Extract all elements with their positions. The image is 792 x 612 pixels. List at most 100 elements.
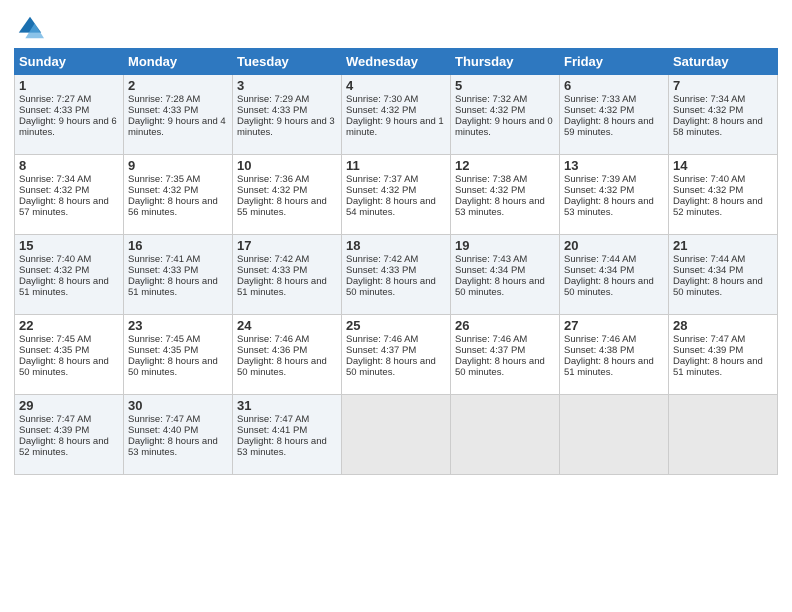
weekday-header-thursday: Thursday [451,49,560,75]
sunset: Sunset: 4:37 PM [455,345,525,356]
calendar-week-row: 29Sunrise: 7:47 AMSunset: 4:39 PMDayligh… [15,395,778,475]
daylight: Daylight: 9 hours and 6 minutes. [19,116,117,138]
calendar-cell: 20Sunrise: 7:44 AMSunset: 4:34 PMDayligh… [560,235,669,315]
sunset: Sunset: 4:33 PM [19,105,89,116]
calendar-week-row: 8Sunrise: 7:34 AMSunset: 4:32 PMDaylight… [15,155,778,235]
day-number: 24 [237,318,337,333]
sunrise: Sunrise: 7:33 AM [564,94,636,105]
calendar-header: SundayMondayTuesdayWednesdayThursdayFrid… [15,49,778,75]
day-number: 12 [455,158,555,173]
sunset: Sunset: 4:38 PM [564,345,634,356]
sunrise: Sunrise: 7:40 AM [673,174,745,185]
daylight: Daylight: 8 hours and 51 minutes. [128,276,218,298]
daylight: Daylight: 8 hours and 51 minutes. [564,356,654,378]
sunset: Sunset: 4:34 PM [455,265,525,276]
sunrise: Sunrise: 7:38 AM [455,174,527,185]
sunrise: Sunrise: 7:35 AM [128,174,200,185]
sunset: Sunset: 4:32 PM [564,105,634,116]
sunrise: Sunrise: 7:41 AM [128,254,200,265]
day-number: 19 [455,238,555,253]
daylight: Daylight: 8 hours and 53 minutes. [128,436,218,458]
sunrise: Sunrise: 7:44 AM [564,254,636,265]
day-number: 30 [128,398,228,413]
calendar-cell: 30Sunrise: 7:47 AMSunset: 4:40 PMDayligh… [124,395,233,475]
daylight: Daylight: 9 hours and 0 minutes. [455,116,553,138]
sunrise: Sunrise: 7:42 AM [346,254,418,265]
day-number: 18 [346,238,446,253]
calendar-cell: 3Sunrise: 7:29 AMSunset: 4:33 PMDaylight… [233,75,342,155]
sunset: Sunset: 4:33 PM [346,265,416,276]
calendar-cell: 4Sunrise: 7:30 AMSunset: 4:32 PMDaylight… [342,75,451,155]
sunset: Sunset: 4:37 PM [346,345,416,356]
sunrise: Sunrise: 7:30 AM [346,94,418,105]
calendar-table: SundayMondayTuesdayWednesdayThursdayFrid… [14,48,778,475]
day-number: 7 [673,78,773,93]
day-number: 5 [455,78,555,93]
day-number: 14 [673,158,773,173]
sunrise: Sunrise: 7:46 AM [564,334,636,345]
sunset: Sunset: 4:34 PM [564,265,634,276]
day-number: 13 [564,158,664,173]
sunset: Sunset: 4:32 PM [237,185,307,196]
sunset: Sunset: 4:32 PM [19,185,89,196]
sunset: Sunset: 4:41 PM [237,425,307,436]
calendar-cell: 2Sunrise: 7:28 AMSunset: 4:33 PMDaylight… [124,75,233,155]
calendar-cell: 26Sunrise: 7:46 AMSunset: 4:37 PMDayligh… [451,315,560,395]
daylight: Daylight: 8 hours and 56 minutes. [128,196,218,218]
daylight: Daylight: 9 hours and 1 minute. [346,116,444,138]
calendar-week-row: 22Sunrise: 7:45 AMSunset: 4:35 PMDayligh… [15,315,778,395]
day-number: 23 [128,318,228,333]
daylight: Daylight: 8 hours and 54 minutes. [346,196,436,218]
sunrise: Sunrise: 7:44 AM [673,254,745,265]
calendar-cell [669,395,778,475]
day-number: 1 [19,78,119,93]
sunset: Sunset: 4:32 PM [128,185,198,196]
daylight: Daylight: 8 hours and 50 minutes. [564,276,654,298]
calendar-cell: 29Sunrise: 7:47 AMSunset: 4:39 PMDayligh… [15,395,124,475]
daylight: Daylight: 8 hours and 53 minutes. [237,436,327,458]
calendar-cell [342,395,451,475]
calendar-cell: 7Sunrise: 7:34 AMSunset: 4:32 PMDaylight… [669,75,778,155]
day-number: 3 [237,78,337,93]
sunset: Sunset: 4:32 PM [346,185,416,196]
page-container: SundayMondayTuesdayWednesdayThursdayFrid… [0,0,792,485]
daylight: Daylight: 8 hours and 53 minutes. [455,196,545,218]
calendar-cell: 24Sunrise: 7:46 AMSunset: 4:36 PMDayligh… [233,315,342,395]
weekday-header-row: SundayMondayTuesdayWednesdayThursdayFrid… [15,49,778,75]
sunrise: Sunrise: 7:46 AM [237,334,309,345]
day-number: 17 [237,238,337,253]
daylight: Daylight: 8 hours and 55 minutes. [237,196,327,218]
calendar-cell: 17Sunrise: 7:42 AMSunset: 4:33 PMDayligh… [233,235,342,315]
calendar-cell: 22Sunrise: 7:45 AMSunset: 4:35 PMDayligh… [15,315,124,395]
calendar-cell: 16Sunrise: 7:41 AMSunset: 4:33 PMDayligh… [124,235,233,315]
sunrise: Sunrise: 7:46 AM [346,334,418,345]
daylight: Daylight: 8 hours and 58 minutes. [673,116,763,138]
day-number: 31 [237,398,337,413]
sunset: Sunset: 4:33 PM [237,265,307,276]
sunrise: Sunrise: 7:46 AM [455,334,527,345]
calendar-cell: 25Sunrise: 7:46 AMSunset: 4:37 PMDayligh… [342,315,451,395]
calendar-cell [560,395,669,475]
day-number: 15 [19,238,119,253]
sunset: Sunset: 4:32 PM [673,105,743,116]
weekday-header-wednesday: Wednesday [342,49,451,75]
logo-icon [16,14,44,42]
day-number: 10 [237,158,337,173]
day-number: 6 [564,78,664,93]
sunrise: Sunrise: 7:47 AM [19,414,91,425]
day-number: 25 [346,318,446,333]
sunset: Sunset: 4:33 PM [128,265,198,276]
calendar-cell: 27Sunrise: 7:46 AMSunset: 4:38 PMDayligh… [560,315,669,395]
day-number: 21 [673,238,773,253]
daylight: Daylight: 8 hours and 50 minutes. [346,356,436,378]
day-number: 4 [346,78,446,93]
sunrise: Sunrise: 7:45 AM [128,334,200,345]
calendar-cell: 13Sunrise: 7:39 AMSunset: 4:32 PMDayligh… [560,155,669,235]
daylight: Daylight: 8 hours and 52 minutes. [673,196,763,218]
sunrise: Sunrise: 7:40 AM [19,254,91,265]
calendar-cell: 1Sunrise: 7:27 AMSunset: 4:33 PMDaylight… [15,75,124,155]
calendar-week-row: 15Sunrise: 7:40 AMSunset: 4:32 PMDayligh… [15,235,778,315]
daylight: Daylight: 8 hours and 52 minutes. [19,436,109,458]
day-number: 27 [564,318,664,333]
sunrise: Sunrise: 7:39 AM [564,174,636,185]
